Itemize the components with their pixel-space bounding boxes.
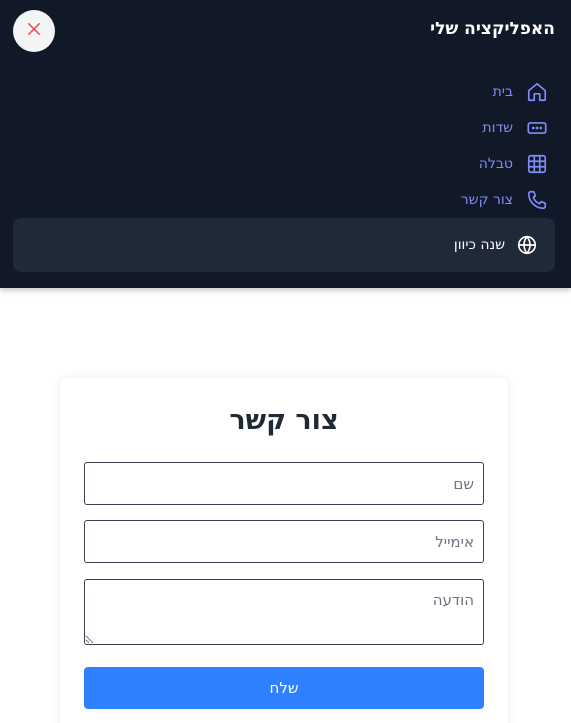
send-button[interactable]: שלח bbox=[84, 667, 484, 709]
input-fields-icon bbox=[525, 116, 549, 140]
nav-item-table[interactable]: טבלה bbox=[479, 152, 549, 176]
contact-form-title: צור קשר bbox=[229, 405, 339, 436]
close-menu-button[interactable] bbox=[13, 10, 55, 52]
name-input[interactable] bbox=[84, 462, 484, 505]
close-icon bbox=[25, 20, 43, 42]
nav-item-label: שדות bbox=[482, 120, 513, 136]
change-direction-button[interactable]: שנה כיוון bbox=[13, 218, 555, 272]
nav-item-home[interactable]: בית bbox=[493, 80, 549, 104]
nav-item-label: צור קשר bbox=[460, 192, 513, 208]
change-direction-label: שנה כיוון bbox=[453, 237, 505, 253]
message-textarea[interactable] bbox=[84, 579, 484, 645]
nav-item-label: בית bbox=[492, 84, 513, 100]
nav-item-label: טבלה bbox=[478, 156, 513, 172]
nav-item-fields[interactable]: שדות bbox=[482, 116, 549, 140]
navigation-panel: האפליקציה שלי בית שדות טבלה צור קשר שנה … bbox=[0, 0, 571, 288]
home-icon bbox=[525, 80, 549, 104]
email-input[interactable] bbox=[84, 520, 484, 563]
contact-form-card: צור קשר שלח bbox=[60, 378, 508, 723]
table-grid-icon bbox=[525, 152, 549, 176]
phone-icon bbox=[525, 188, 549, 212]
app-title: האפליקציה שלי bbox=[430, 19, 555, 39]
globe-icon bbox=[515, 233, 539, 257]
nav-item-contact[interactable]: צור קשר bbox=[461, 188, 549, 212]
